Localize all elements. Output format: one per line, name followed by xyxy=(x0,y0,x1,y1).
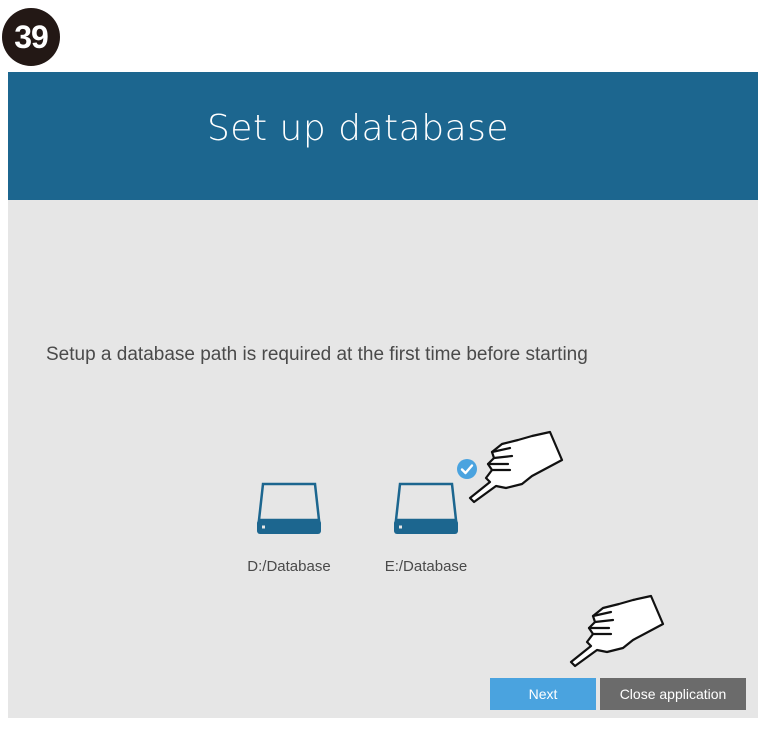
next-button[interactable]: Next xyxy=(490,678,596,710)
pointing-hand-icon xyxy=(569,594,665,668)
pointing-hand-icon xyxy=(468,430,564,504)
hard-drive-icon xyxy=(257,482,321,534)
setup-database-dialog: Set up database Setup a database path is… xyxy=(8,72,758,718)
drive-option-d[interactable]: D:/Database xyxy=(229,480,349,590)
instruction-text: Setup a database path is required at the… xyxy=(46,344,588,365)
manual-page: 39 Set up database Setup a database path… xyxy=(0,0,768,747)
dialog-header: Set up database xyxy=(8,72,758,200)
close-application-button[interactable]: Close application xyxy=(600,678,746,710)
drive-label: E:/Database xyxy=(384,558,468,575)
dialog-title: Set up database xyxy=(206,108,510,149)
drive-label: D:/Database xyxy=(247,558,331,575)
step-number-badge: 39 xyxy=(2,8,60,66)
